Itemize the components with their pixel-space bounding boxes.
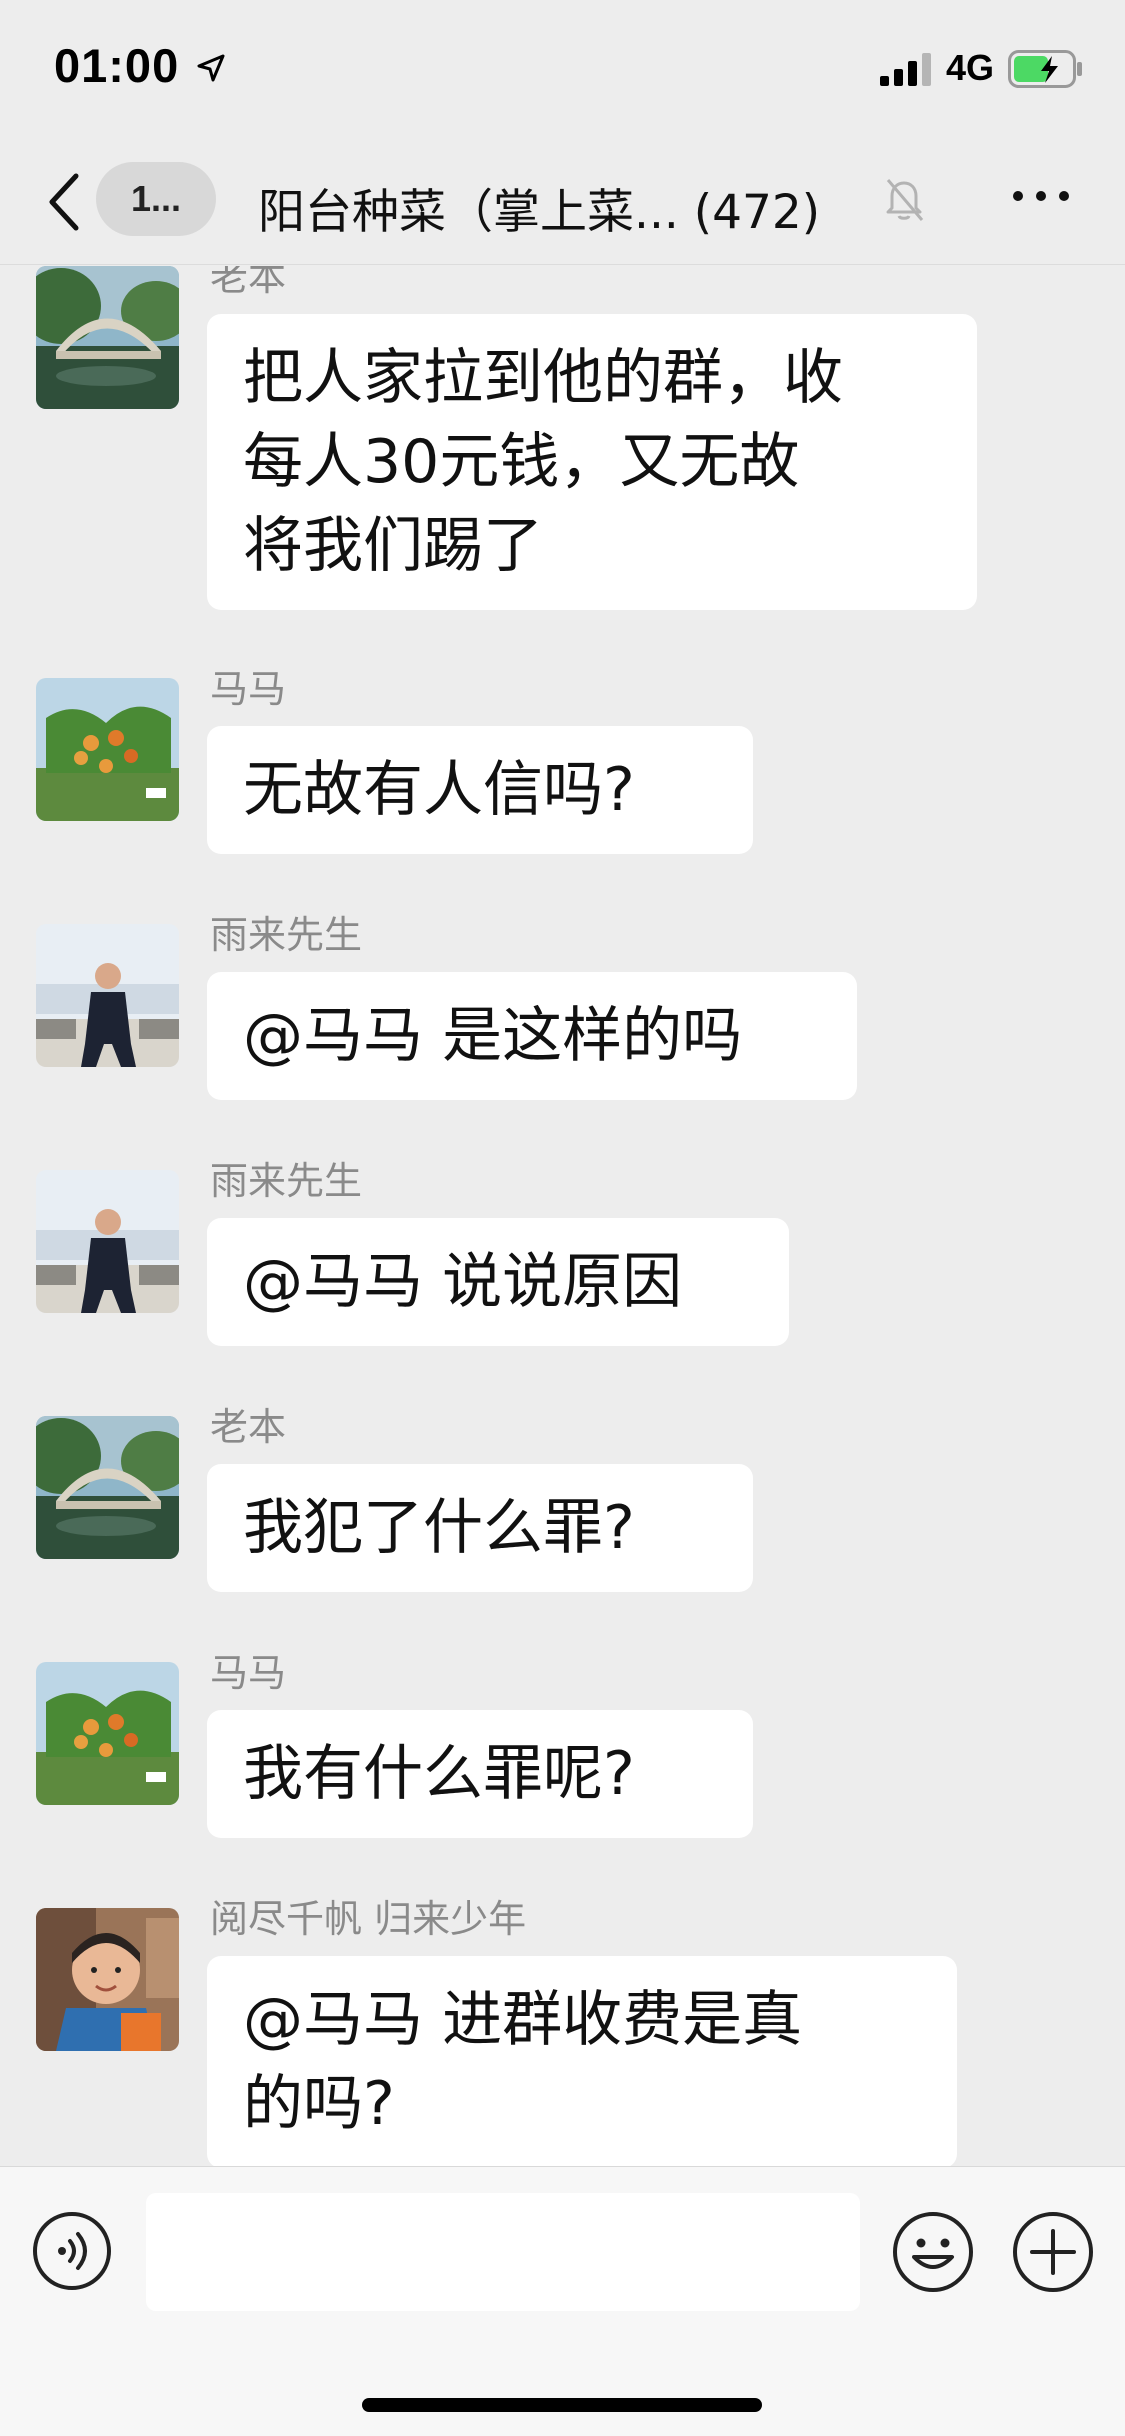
status-time: 01:00 xyxy=(54,39,180,92)
message-bubble[interactable]: 我有什么罪呢? xyxy=(207,1710,753,1838)
battery-charging-icon xyxy=(1008,50,1082,88)
message-input[interactable] xyxy=(146,2193,860,2311)
mute-bell-icon xyxy=(886,179,924,221)
sender-name: 马马 xyxy=(210,1651,287,1695)
sender-name: 雨来先生 xyxy=(210,913,363,957)
message-bubble[interactable]: 我犯了什么罪? xyxy=(207,1464,753,1592)
back-chevron-icon[interactable] xyxy=(44,170,84,234)
signal-icon xyxy=(880,53,931,86)
chat-title: 阳台种菜（掌上菜... (472) xyxy=(258,185,821,240)
unread-count-badge[interactable]: 1... xyxy=(96,162,216,236)
sender-name: 老本 xyxy=(210,1405,287,1449)
location-arrow-icon xyxy=(197,54,225,82)
sender-name: 阅尽千帆 归来少年 xyxy=(210,1897,527,1941)
sender-name: 雨来先生 xyxy=(210,1159,363,1203)
plus-icon[interactable] xyxy=(1012,2211,1094,2293)
bridge-avatar[interactable] xyxy=(36,1416,179,1559)
more-options-icon[interactable] xyxy=(1010,184,1072,208)
input-bar xyxy=(0,2166,1125,2436)
message-list[interactable]: 老本 把人家拉到他的群，收 每人30元钱，又无故 将我们踢了 马马 无故有人信吗 xyxy=(0,266,1125,2166)
tomato-avatar[interactable] xyxy=(36,1662,179,1805)
home-indicator[interactable] xyxy=(362,2398,762,2412)
message-bubble[interactable]: @马马 是这样的吗 xyxy=(207,972,857,1100)
sender-name: 老本 xyxy=(210,266,287,299)
man-avatar[interactable] xyxy=(36,924,179,1067)
message-bubble[interactable]: 把人家拉到他的群，收 每人30元钱，又无故 将我们踢了 xyxy=(207,314,977,610)
chat-screen: 01:00 4G 1... 阳台种菜（掌上菜... (472) 老本 把人家拉到… xyxy=(0,0,1125,2436)
message-bubble[interactable]: @马马 进群收费是真 的吗? xyxy=(207,1956,957,2166)
emoji-icon[interactable] xyxy=(892,2211,974,2293)
sender-name: 马马 xyxy=(210,667,287,711)
network-label: 4G xyxy=(946,47,995,88)
man-avatar[interactable] xyxy=(36,1170,179,1313)
bridge-avatar[interactable] xyxy=(36,266,179,409)
nav-bar: 1... 阳台种菜（掌上菜... (472) xyxy=(0,140,1125,265)
message-bubble[interactable]: @马马 说说原因 xyxy=(207,1218,789,1346)
child-avatar[interactable] xyxy=(36,1908,179,2051)
tomato-avatar[interactable] xyxy=(36,678,179,821)
voice-input-icon[interactable] xyxy=(32,2211,112,2291)
message-bubble[interactable]: 无故有人信吗? xyxy=(207,726,753,854)
status-bar: 01:00 4G xyxy=(0,0,1125,140)
